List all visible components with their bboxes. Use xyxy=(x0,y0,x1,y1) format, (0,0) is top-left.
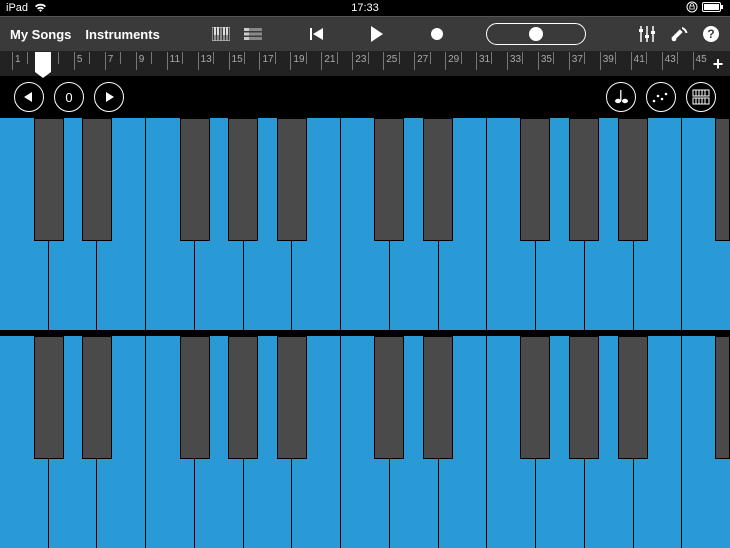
tracks-view-icon[interactable] xyxy=(244,28,262,40)
play-button[interactable] xyxy=(370,26,384,42)
black-key[interactable] xyxy=(520,118,550,241)
help-icon[interactable]: ? xyxy=(702,25,720,43)
black-key[interactable] xyxy=(180,118,210,241)
black-key[interactable] xyxy=(228,336,258,459)
black-key[interactable] xyxy=(374,336,404,459)
slider-thumb[interactable] xyxy=(529,27,543,41)
black-key[interactable] xyxy=(715,336,730,459)
keyboard-control-bar: 0 xyxy=(0,76,730,118)
master-volume-slider[interactable] xyxy=(486,23,586,45)
mixer-icon[interactable] xyxy=(638,26,656,42)
orientation-lock-icon xyxy=(686,1,698,16)
timeline-ruler[interactable]: 1357911131517192123252729313335373941434… xyxy=(0,52,730,76)
black-key[interactable] xyxy=(423,336,453,459)
black-key[interactable] xyxy=(715,118,730,241)
add-section-button[interactable]: + xyxy=(710,54,726,75)
settings-icon[interactable] xyxy=(670,25,688,43)
main-toolbar: My Songs Instruments ? xyxy=(0,16,730,52)
black-key[interactable] xyxy=(423,118,453,241)
keyboard-layout-button[interactable] xyxy=(686,82,716,112)
upper-keyboard[interactable] xyxy=(0,118,730,330)
black-key[interactable] xyxy=(618,336,648,459)
black-key[interactable] xyxy=(520,336,550,459)
black-key[interactable] xyxy=(82,336,112,459)
instruments-button[interactable]: Instruments xyxy=(85,27,159,42)
black-key[interactable] xyxy=(618,118,648,241)
black-key[interactable] xyxy=(277,118,307,241)
clock: 17:33 xyxy=(351,2,379,14)
record-button[interactable] xyxy=(430,27,444,41)
black-key[interactable] xyxy=(34,336,64,459)
octave-up-button[interactable] xyxy=(94,82,124,112)
keyboard-area[interactable] xyxy=(0,118,730,548)
svg-text:?: ? xyxy=(707,27,714,41)
device-label: iPad xyxy=(6,2,28,14)
black-key[interactable] xyxy=(82,118,112,241)
ruler-track[interactable]: 1357911131517192123252729313335373941434… xyxy=(12,52,708,76)
lower-keyboard[interactable] xyxy=(0,330,730,548)
octave-down-button[interactable] xyxy=(14,82,44,112)
octave-display: 0 xyxy=(54,82,84,112)
playhead[interactable] xyxy=(35,52,51,72)
rewind-button[interactable] xyxy=(310,27,324,41)
black-key[interactable] xyxy=(569,118,599,241)
black-key[interactable] xyxy=(180,336,210,459)
black-key[interactable] xyxy=(277,336,307,459)
black-key[interactable] xyxy=(374,118,404,241)
black-key[interactable] xyxy=(34,118,64,241)
status-bar: iPad 17:33 xyxy=(0,0,730,16)
battery-icon xyxy=(702,2,724,15)
note-value-button[interactable] xyxy=(606,82,636,112)
wifi-icon xyxy=(34,3,47,13)
black-key[interactable] xyxy=(569,336,599,459)
black-key[interactable] xyxy=(228,118,258,241)
keyboard-view-icon[interactable] xyxy=(212,27,230,41)
my-songs-button[interactable]: My Songs xyxy=(10,27,71,42)
arpeggiator-button[interactable] xyxy=(646,82,676,112)
